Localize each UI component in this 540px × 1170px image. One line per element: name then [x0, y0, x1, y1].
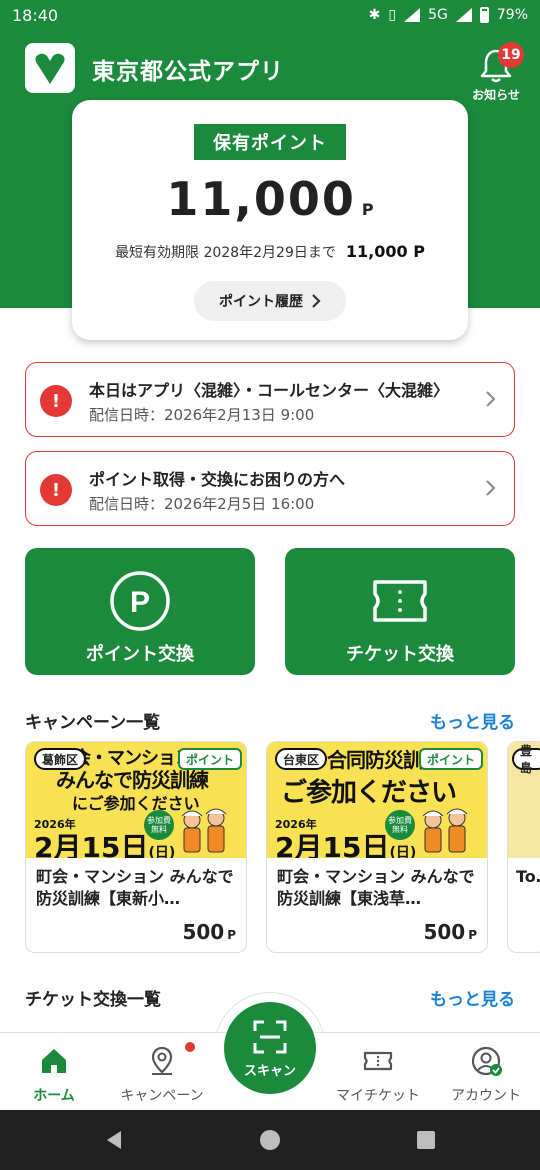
campaign-points: 500 P — [182, 920, 236, 944]
points-expiry-label: 最短有効期限 2028年2月29日まで — [115, 245, 336, 261]
campaign-name: 町会・マンション みんなで防災訓練【東浅草… — [277, 867, 475, 908]
notifications-button[interactable]: 19 お知らせ — [466, 42, 526, 104]
ticket-section-title: チケット交換一覧 — [25, 990, 161, 1010]
points-unit: P — [361, 200, 374, 219]
campaign-more-link[interactable]: もっと見る — [430, 708, 515, 733]
chevron-right-icon — [486, 391, 496, 407]
svg-text:P: P — [130, 586, 150, 619]
map-pin-icon — [151, 1046, 173, 1075]
free-badge: 参加費無料 — [385, 810, 415, 840]
scan-label: スキャン — [243, 1064, 296, 1079]
points-value: 11,000 — [166, 172, 356, 226]
notice-title: ポイント取得・交換にお困りの方へ — [89, 470, 346, 489]
home-nav-icon[interactable] — [258, 1128, 282, 1152]
alert-icon: ! — [40, 385, 72, 417]
campaign-dow: (日) — [148, 845, 176, 858]
campaign-name: 町会・マンション みんなで防災訓練【東新小… — [36, 867, 234, 908]
point-exchange-button[interactable]: P ポイント交換 — [25, 548, 255, 675]
people-illustration-icon — [422, 808, 468, 853]
recents-icon[interactable] — [416, 1130, 436, 1150]
people-illustration-icon — [181, 808, 227, 853]
campaign-dow: (日) — [389, 845, 417, 858]
nav-account-label: アカウント — [451, 1088, 521, 1104]
campaign-points-unit: P — [227, 928, 236, 942]
campaign-card[interactable]: 町会・マンション みんなで防災訓練 にご参加ください 葛飾区 ポイント 2026… — [25, 741, 247, 953]
notice-date: 配信日時：2026年2月13日 9:00 — [89, 406, 315, 424]
battery-level: 79% — [496, 7, 528, 23]
ticket-more-link[interactable]: もっと見る — [430, 985, 515, 1010]
nav-home[interactable]: ホーム — [0, 1033, 108, 1111]
campaign-date-text: 2月15日 — [275, 831, 390, 858]
system-nav-bar — [0, 1110, 540, 1170]
notifications-label: お知らせ — [472, 88, 520, 102]
signal-icon — [404, 8, 421, 22]
ticket-icon — [363, 1051, 393, 1071]
campaign-points-value: 500 — [182, 920, 225, 944]
campaign-image-headline2: ご参加ください — [281, 778, 457, 808]
chevron-right-icon — [486, 480, 496, 496]
point-exchange-label: ポイント交換 — [86, 644, 194, 665]
ticket-icon — [373, 580, 427, 622]
vibrate-icon: ▯ — [388, 7, 397, 23]
campaign-ward-badge: 台東区 — [275, 748, 328, 770]
points-expiry: 最短有効期限 2028年2月29日まで 11,000 P — [72, 242, 468, 262]
status-time: 18:40 — [12, 5, 59, 25]
campaign-points-unit: P — [468, 928, 477, 942]
campaign-card[interactable]: 合同防災訓練 ご参加ください 台東区 ポイント 2026年 2月15日(日) 参… — [266, 741, 488, 953]
points-expiry-value: 11,000 P — [345, 242, 425, 261]
chevron-right-icon — [312, 294, 321, 308]
nav-my-ticket-label: マイチケット — [336, 1088, 420, 1104]
notice-item[interactable]: ! ポイント取得・交換にお困りの方へ 配信日時：2026年2月5日 16:00 — [25, 451, 515, 526]
ticket-exchange-button[interactable]: チケット交換 — [285, 548, 515, 675]
points-value-row: 11,000 P — [72, 172, 468, 226]
campaign-section-title: キャンペーン一覧 — [25, 713, 161, 733]
points-card: 保有ポイント 11,000 P 最短有効期限 2028年2月29日まで 11,000… — [72, 100, 468, 340]
campaign-ward-badge: 葛飾区 — [34, 748, 87, 770]
campaign-name: To… タ… — [516, 867, 540, 886]
campaign-points-value: 500 — [423, 920, 466, 944]
free-badge: 参加費無料 — [144, 810, 174, 840]
nav-campaign[interactable]: キャンペーン — [108, 1033, 216, 1111]
alert-icon: ! — [40, 474, 72, 506]
notice-title: 本日はアプリ〈混雑〉・コールセンター〈大混雑〉 — [89, 381, 450, 400]
nav-campaign-label: キャンペーン — [120, 1088, 204, 1104]
notification-count-badge: 19 — [498, 42, 524, 68]
nav-account[interactable]: アカウント — [432, 1033, 540, 1111]
status-system-icons: ✱ ▯ 5G 79% — [369, 7, 528, 23]
campaign-image: 豊島 — [508, 742, 540, 858]
bluetooth-icon: ✱ — [368, 7, 381, 23]
campaign-image: 合同防災訓練 ご参加ください 台東区 ポイント 2026年 2月15日(日) 参… — [267, 742, 487, 858]
back-icon[interactable] — [103, 1129, 125, 1151]
home-icon — [42, 1049, 66, 1073]
account-icon — [471, 1046, 502, 1076]
nav-my-ticket[interactable]: マイチケット — [324, 1033, 432, 1111]
status-bar: 18:40 ✱ ▯ 5G 79% — [0, 0, 540, 30]
campaign-image: 町会・マンション みんなで防災訓練 にご参加ください 葛飾区 ポイント 2026… — [26, 742, 246, 858]
app-title: 東京都公式アプリ — [92, 59, 284, 85]
point-history-button[interactable]: ポイント履歴 — [194, 281, 346, 321]
nav-home-label: ホーム — [33, 1088, 75, 1104]
campaign-type-tag: ポイント — [177, 748, 242, 770]
notice-item[interactable]: ! 本日はアプリ〈混雑〉・コールセンター〈大混雑〉 配信日時：2026年2月13… — [25, 362, 515, 437]
signal-icon-2 — [455, 8, 472, 22]
point-p-icon: P — [110, 571, 170, 631]
ticket-exchange-label: チケット交換 — [346, 644, 454, 665]
campaign-date-text: 2月15日 — [34, 831, 149, 858]
battery-icon — [479, 7, 489, 23]
campaign-card-partial[interactable]: 豊島 To… タ… — [507, 741, 540, 953]
network-type: 5G — [428, 7, 448, 23]
campaign-type-tag: ポイント — [418, 748, 483, 770]
campaign-ward-badge: 豊島 — [512, 744, 540, 775]
notice-date: 配信日時：2026年2月5日 16:00 — [89, 495, 315, 513]
tokyo-logo-icon — [25, 43, 75, 93]
campaign-points: 500 P — [423, 920, 477, 944]
scan-button[interactable]: スキャン — [224, 1002, 316, 1094]
scan-icon — [253, 1020, 287, 1054]
campaign-new-dot — [185, 1042, 195, 1052]
point-history-label: ポイント履歴 — [219, 294, 303, 310]
points-title: 保有ポイント — [194, 124, 346, 160]
